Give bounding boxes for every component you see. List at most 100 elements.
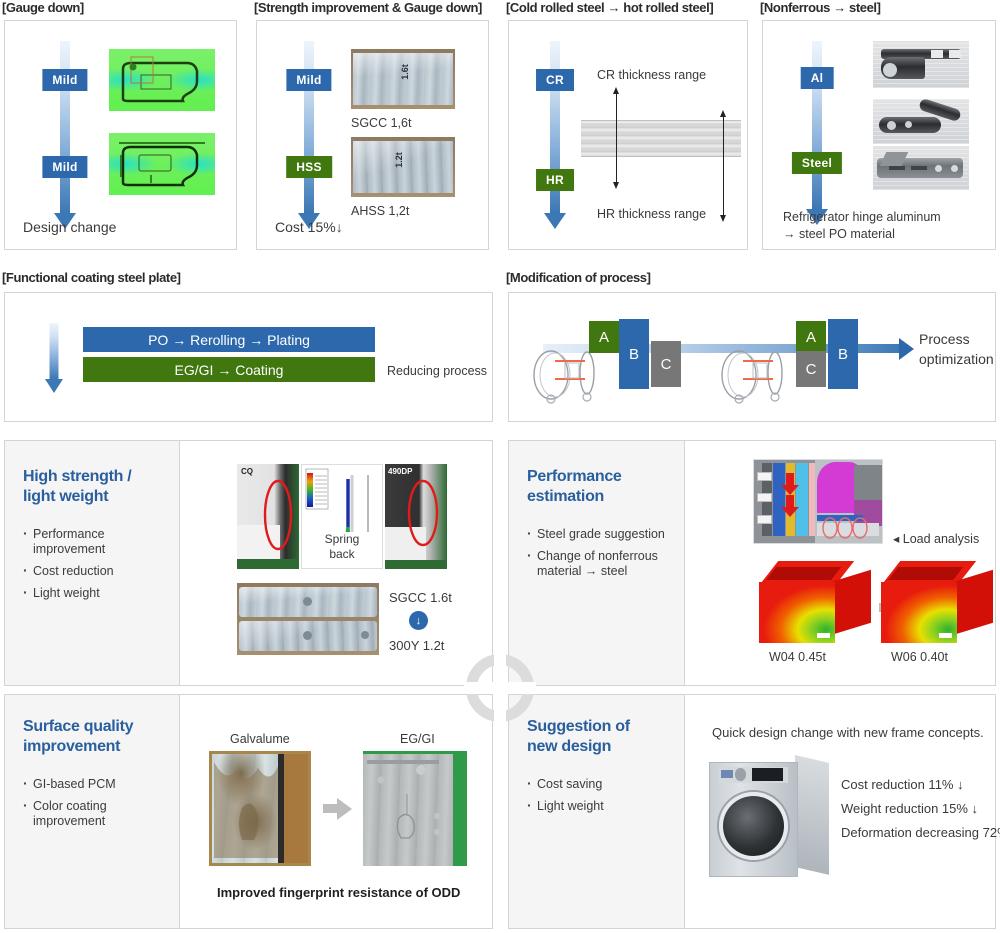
photo-eggi-plate bbox=[363, 751, 467, 866]
panel-nonferrous-to-steel: Al Steel Refrigerator hinge aluminum → s… bbox=[762, 20, 996, 250]
bullet-item: GI-based PCM bbox=[23, 776, 165, 792]
caption-cost-15: Cost 15%↓ bbox=[275, 219, 343, 235]
bar-po-rerolling-plating: PO → Rerolling → Plating bbox=[83, 327, 375, 352]
stat-deformation-decreasing: Deformation decreasing 72% ↓ bbox=[841, 825, 1000, 840]
panel-title-strength-improvement: [Strength improvement & Gauge down] bbox=[254, 0, 482, 15]
photo-hinge-1 bbox=[873, 41, 969, 88]
caption-hinge-line1: Refrigerator hinge aluminum bbox=[783, 210, 941, 224]
badge-mild: Mild bbox=[286, 69, 332, 91]
block-right-a: A bbox=[796, 321, 826, 353]
photo-bracket-pair bbox=[237, 583, 379, 655]
label-box-before: W04 0.45t bbox=[769, 650, 826, 664]
label-eg-gi: EG/GI bbox=[400, 732, 435, 746]
bullet-item: Color coating improvement bbox=[23, 798, 143, 829]
cr-range-arrow-icon bbox=[613, 87, 619, 189]
card-high-strength-heading: High strength / light weight bbox=[23, 467, 165, 507]
photo-hinge-2 bbox=[873, 99, 969, 144]
panel-cold-to-hot: CR HR CR thickness range HR thickness ra… bbox=[508, 20, 748, 250]
label-hr-thickness-range: HR thickness range bbox=[597, 207, 707, 221]
heading-line1: Surface quality bbox=[23, 718, 134, 735]
badge-hr: HR bbox=[536, 169, 574, 191]
card-performance-estimation-bullets: Steel grade suggestion Change of nonferr… bbox=[527, 526, 670, 579]
label-spring: Spring bbox=[324, 532, 360, 546]
bullet-item: Cost saving bbox=[527, 776, 670, 792]
bullet-item: Light weight bbox=[527, 798, 670, 814]
label-load-analysis: ◂ Load analysis bbox=[893, 532, 980, 546]
heading-line2: estimation bbox=[527, 488, 605, 505]
ring-cross-horizontal bbox=[464, 682, 536, 694]
card-performance-estimation-heading: Performance estimation bbox=[527, 467, 670, 507]
washing-machine-image bbox=[709, 755, 829, 877]
panel-functional-coating: PO → Rerolling → Plating EG/GI → Coating… bbox=[4, 292, 493, 422]
photo-ahss-part: 1.2t bbox=[351, 137, 455, 197]
heading-line1: Suggestion of bbox=[527, 718, 630, 735]
photo-cq-panel: CQ bbox=[237, 464, 299, 569]
card-surface-quality-sidebar: Surface quality improvement GI-based PCM… bbox=[5, 695, 180, 928]
stat-weight-reduction: Weight reduction 15% ↓ bbox=[841, 801, 979, 816]
block-right-c: C bbox=[796, 351, 826, 387]
card-performance-estimation-sidebar: Performance estimation Steel grade sugge… bbox=[509, 441, 685, 685]
process-flow-arrowhead bbox=[899, 338, 914, 360]
bullet-item: Change of nonferrous material → steel bbox=[527, 548, 659, 579]
card-high-strength: High strength / light weight Performance… bbox=[4, 440, 493, 686]
bullet-item: Light weight bbox=[23, 585, 165, 601]
bullet-item: Performance improvement bbox=[23, 526, 165, 557]
label-galvalume: Galvalume bbox=[230, 732, 290, 746]
bullet-item: Steel grade suggestion bbox=[527, 526, 670, 542]
label-spec-before: SGCC 1.6t bbox=[389, 590, 452, 605]
cae-image-before bbox=[109, 49, 215, 111]
fea-box-after bbox=[881, 561, 993, 643]
photo-stamp-12t: 1.2t bbox=[393, 152, 404, 168]
card-new-design-heading: Suggestion of new design bbox=[527, 717, 670, 757]
photo-sgcc-part: 1.6t bbox=[351, 49, 455, 109]
odd-transition-arrow-icon bbox=[337, 798, 352, 820]
hr-range-arrow-icon bbox=[720, 110, 726, 222]
label-ahss: AHSS 1,2t bbox=[351, 204, 410, 218]
photo-stamp-16t: 1.6t bbox=[399, 64, 410, 80]
block-left-c: C bbox=[651, 341, 681, 387]
label-box-after: W06 0.40t bbox=[891, 650, 948, 664]
card-new-design-sidebar: Suggestion of new design Cost saving Lig… bbox=[509, 695, 685, 928]
block-right-b: B bbox=[828, 319, 858, 389]
heading-line1: High strength / bbox=[23, 468, 132, 485]
label-process-optimization-line2: optimization bbox=[919, 351, 994, 367]
card-high-strength-bullets: Performance improvement Cost reduction L… bbox=[23, 526, 165, 601]
label-reducing-process: Reducing process bbox=[387, 364, 488, 378]
badge-mild-2: Mild bbox=[42, 156, 88, 178]
assembly-icon-right bbox=[721, 350, 783, 404]
intro-new-design: Quick design change with new frame conce… bbox=[712, 725, 984, 740]
image-load-analysis bbox=[753, 459, 883, 544]
heading-line2: improvement bbox=[23, 738, 121, 755]
photo-hinge-3 bbox=[873, 146, 969, 190]
bar-eg-gi-coating: EG/GI → Coating bbox=[83, 357, 375, 382]
card-surface-quality-heading: Surface quality improvement bbox=[23, 717, 165, 757]
badge-mild-1: Mild bbox=[42, 69, 88, 91]
heading-line2: light weight bbox=[23, 488, 109, 505]
label-cr-thickness-range: CR thickness range bbox=[597, 68, 707, 82]
panel-modification-of-process: A B C A C B Process optimization bbox=[508, 292, 996, 422]
odd-arrow-stem bbox=[323, 804, 337, 813]
heading-line2: new design bbox=[527, 738, 612, 755]
assembly-icon-left bbox=[533, 350, 595, 404]
label-spec-after: 300Y 1.2t bbox=[389, 638, 445, 653]
label-sgcc: SGCC 1,6t bbox=[351, 116, 412, 130]
card-surface-quality-bullets: GI-based PCM Color coating improvement bbox=[23, 776, 165, 829]
steel-slab-graphic bbox=[581, 120, 741, 157]
panel-gauge-down: Mild Mild Design change bbox=[4, 20, 237, 250]
panel-title-cold-to-hot: [Cold rolled steel → hot rolled steel] bbox=[506, 0, 714, 15]
badge-steel: Steel bbox=[791, 152, 843, 174]
card-performance-estimation: Performance estimation Steel grade sugge… bbox=[508, 440, 996, 686]
caption-design-change: Design change bbox=[23, 219, 117, 235]
card-surface-quality: Surface quality improvement GI-based PCM… bbox=[4, 694, 493, 929]
fea-box-before bbox=[759, 561, 871, 643]
photo-galvalume-plate bbox=[209, 751, 311, 866]
stat-cost-reduction: Cost reduction 11% ↓ bbox=[841, 777, 964, 792]
footer-odd: Improved fingerprint resistance of ODD bbox=[217, 885, 461, 900]
block-left-a: A bbox=[589, 321, 619, 353]
badge-al: Al bbox=[800, 67, 834, 89]
heading-line1: Performance bbox=[527, 468, 622, 485]
panel-title-functional-coating: [Functional coating steel plate] bbox=[2, 270, 181, 285]
card-high-strength-sidebar: High strength / light weight Performance… bbox=[5, 441, 180, 685]
label-process-optimization-line1: Process bbox=[919, 331, 970, 347]
panel-title-gauge-down: [Gauge down] bbox=[2, 0, 84, 15]
